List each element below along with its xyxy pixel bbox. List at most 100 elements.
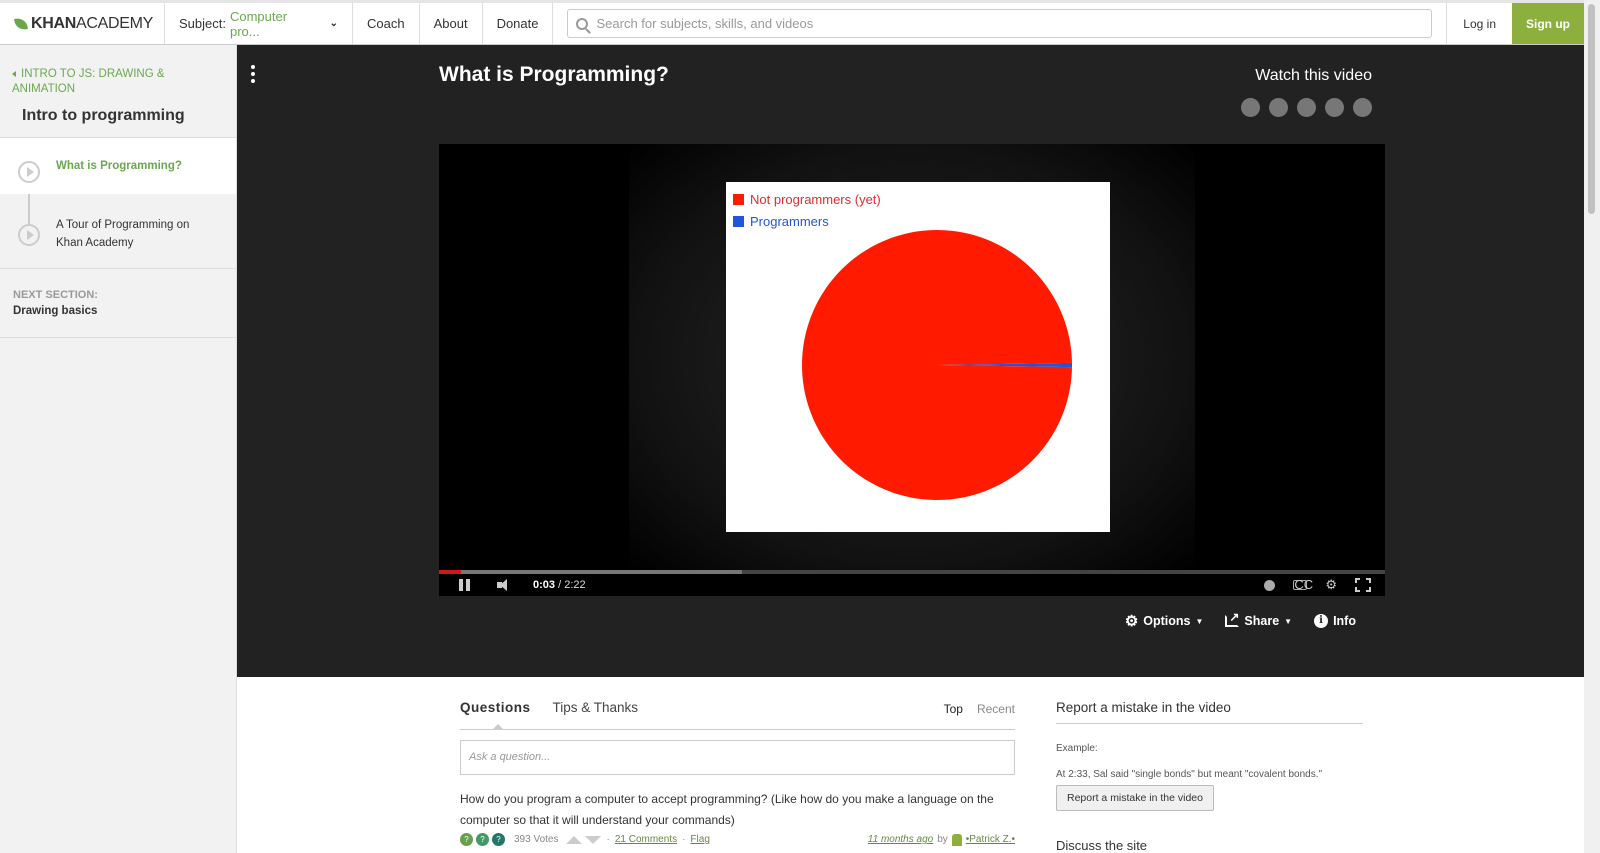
- question-age[interactable]: 11 months ago: [868, 834, 933, 845]
- options-button[interactable]: ⚙ Options ▼: [1125, 612, 1204, 630]
- tutorial-item-what-is-programming[interactable]: What is Programming?: [0, 138, 236, 194]
- legend-swatch: [733, 194, 744, 205]
- legend-swatch: [733, 216, 744, 227]
- caret-down-icon: ▼: [1195, 616, 1204, 626]
- search-icon: [576, 17, 589, 30]
- nav-coach[interactable]: Coach: [353, 3, 420, 44]
- sort-options: Top Recent: [944, 700, 1015, 716]
- share-label: Share: [1244, 614, 1280, 628]
- logo-bold: KHAN: [31, 14, 77, 32]
- search-wrap: Search for subjects, skills, and videos: [553, 3, 1446, 44]
- question-text: How do you program a computer to accept …: [460, 792, 994, 827]
- info-icon: i: [1314, 614, 1329, 628]
- tutorial-label: A Tour of Programming on Khan Academy: [56, 219, 190, 249]
- author-link[interactable]: •Patrick Z.•: [966, 834, 1015, 845]
- tutorial-label: What is Programming?: [56, 160, 182, 172]
- by-label: by: [937, 834, 948, 845]
- section-title: Intro to programming: [0, 97, 236, 138]
- upvote-icon[interactable]: [566, 835, 583, 844]
- badge-icon: ?: [476, 833, 489, 846]
- active-tab-indicator: [492, 724, 504, 730]
- fullscreen-icon[interactable]: [1354, 577, 1372, 593]
- progress-dot: [1241, 98, 1260, 117]
- example-text: At 2:33, Sal said "single bonds" but mea…: [1056, 769, 1323, 780]
- sort-recent[interactable]: Recent: [977, 702, 1015, 716]
- breadcrumb[interactable]: INTRO TO JS: DRAWING & ANIMATION: [0, 45, 236, 97]
- scrollbar-thumb[interactable]: [1588, 4, 1595, 214]
- video-title: What is Programming?: [439, 63, 669, 86]
- time-total: / 2:22: [555, 579, 586, 591]
- example-label: Example:: [1056, 743, 1098, 754]
- chevron-down-icon: ⌄: [329, 18, 338, 29]
- questions-panel: Questions Tips & Thanks Top Recent Ask a…: [460, 700, 1015, 846]
- signup-button[interactable]: Sign up: [1512, 3, 1584, 44]
- video-controls: 0:03 / 2:22 CC ⚙: [439, 574, 1385, 596]
- separator: ·: [606, 834, 610, 845]
- vote-count: 393 Votes: [514, 834, 559, 845]
- pie-chart-slide: Not programmers (yet) Programmers: [726, 182, 1110, 532]
- annotation-icon[interactable]: [1264, 579, 1276, 591]
- ask-question-input[interactable]: Ask a question...: [460, 740, 1015, 775]
- flag-link[interactable]: Flag: [690, 834, 709, 845]
- legend-label: Not programmers (yet): [750, 192, 881, 207]
- share-button[interactable]: Share ▼: [1225, 610, 1293, 630]
- tab-tips-thanks[interactable]: Tips & Thanks: [553, 700, 639, 715]
- khan-academy-logo[interactable]: KHAN ACADEMY: [0, 3, 165, 44]
- info-button[interactable]: i Info: [1314, 612, 1356, 630]
- video-area: What is Programming? Watch this video No…: [237, 45, 1584, 677]
- nav-about[interactable]: About: [420, 3, 483, 44]
- report-heading: Report a mistake in the video: [1056, 700, 1363, 724]
- progress-dot: [1269, 98, 1288, 117]
- search-placeholder: Search for subjects, skills, and videos: [596, 16, 814, 31]
- avatar: [951, 833, 962, 846]
- progress-dot: [1325, 98, 1344, 117]
- separator: ·: [682, 834, 686, 845]
- pause-icon[interactable]: [459, 579, 471, 591]
- report-mistake-button[interactable]: Report a mistake in the video: [1056, 785, 1214, 811]
- video-player[interactable]: Not programmers (yet) Programmers 0:03 /…: [439, 144, 1385, 596]
- subject-label: Subject:: [179, 16, 226, 31]
- next-section-value: Drawing basics: [13, 305, 98, 317]
- video-options-bar: ⚙ Options ▼ Share ▼ i Info: [1125, 610, 1356, 630]
- tutorial-item-tour[interactable]: A Tour of Programming on Khan Academy: [0, 194, 236, 269]
- caret-down-icon: ▼: [1284, 616, 1293, 626]
- qa-tabs: Questions Tips & Thanks Top Recent: [460, 700, 1015, 730]
- breadcrumb-label: INTRO TO JS: DRAWING & ANIMATION: [12, 68, 165, 95]
- sort-top[interactable]: Top: [944, 702, 963, 716]
- caret-left-icon: [12, 70, 16, 77]
- info-label: Info: [1333, 614, 1356, 628]
- settings-gear-icon[interactable]: ⚙: [1325, 577, 1337, 593]
- subject-dropdown[interactable]: Subject: Computer pro... ⌄: [165, 3, 353, 44]
- play-icon: [18, 224, 40, 246]
- next-section[interactable]: NEXT SECTION: Drawing basics: [0, 269, 236, 338]
- legend-label: Programmers: [750, 214, 829, 229]
- logo-light: ACADEMY: [76, 14, 154, 32]
- volume-icon[interactable]: [497, 579, 515, 591]
- page-scrollbar[interactable]: [1584, 0, 1600, 853]
- pie-chart: [802, 230, 1072, 500]
- share-icon: [1225, 610, 1239, 627]
- comments-link[interactable]: 21 Comments: [615, 834, 677, 845]
- downvote-icon[interactable]: [585, 835, 602, 844]
- gear-icon: ⚙: [1124, 613, 1139, 630]
- question-meta: ? ? ? 393 Votes · 21 Comments · Flag 11 …: [460, 833, 1015, 846]
- more-options-icon[interactable]: [251, 65, 255, 86]
- tutorial-list: What is Programming? A Tour of Programmi…: [0, 138, 236, 269]
- badge-icon: ?: [492, 833, 505, 846]
- play-icon: [18, 161, 40, 183]
- watch-label: Watch this video: [1255, 67, 1372, 84]
- leaf-icon: [14, 16, 28, 31]
- login-link[interactable]: Log in: [1446, 3, 1512, 44]
- tab-questions[interactable]: Questions: [460, 700, 531, 715]
- time-current: 0:03: [533, 579, 556, 591]
- question-author: 11 months ago by •Patrick Z.•: [868, 833, 1015, 846]
- nav-donate[interactable]: Donate: [483, 3, 554, 44]
- legend-item-not-programmers: Not programmers (yet): [733, 192, 881, 207]
- search-input[interactable]: Search for subjects, skills, and videos: [567, 9, 1433, 38]
- subject-value: Computer pro...: [229, 8, 288, 39]
- progress-dot: [1353, 98, 1372, 117]
- sidebar: INTRO TO JS: DRAWING & ANIMATION Intro t…: [0, 45, 237, 853]
- legend-item-programmers: Programmers: [733, 214, 829, 229]
- captions-icon[interactable]: CC: [1293, 578, 1313, 591]
- progress-dots: [1241, 98, 1372, 117]
